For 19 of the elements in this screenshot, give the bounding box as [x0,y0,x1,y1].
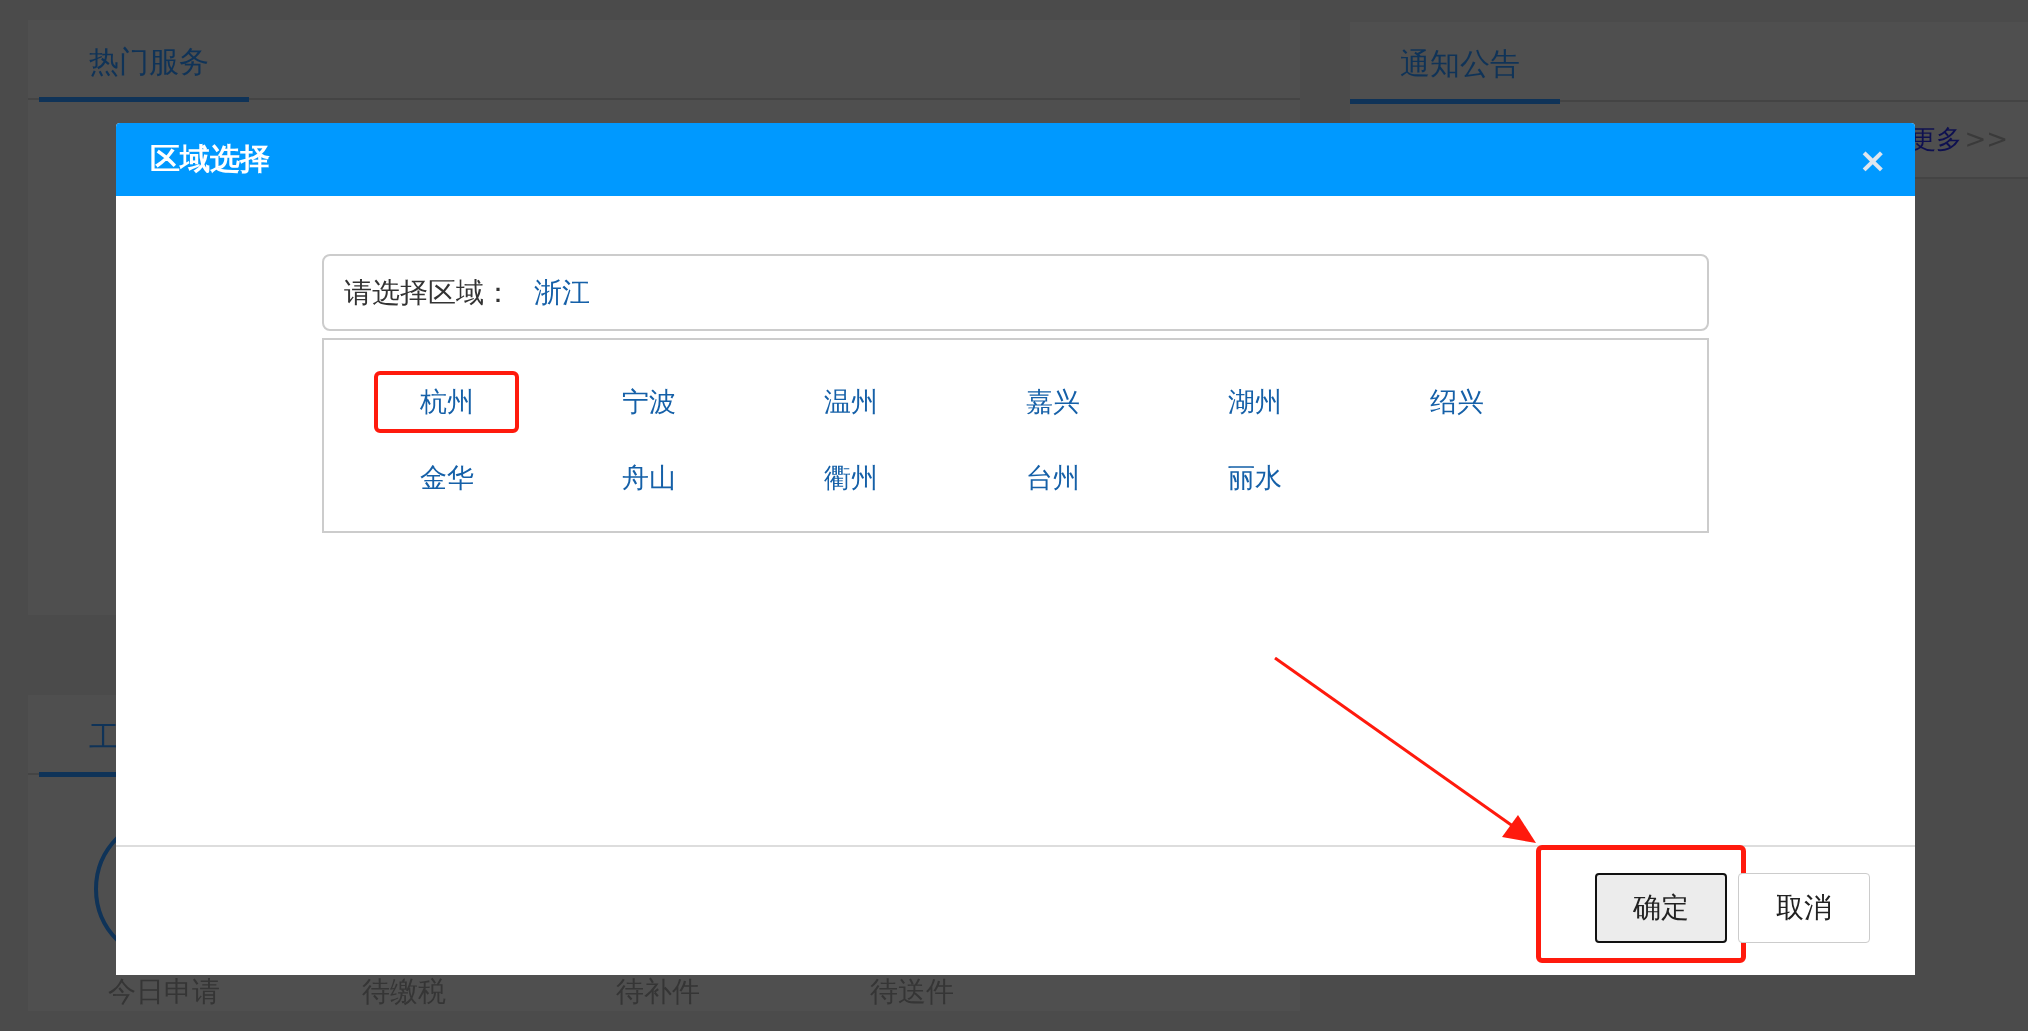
city-option[interactable]: 宁波 [576,371,721,433]
city-option[interactable]: 嘉兴 [980,371,1125,433]
dialog-title: 区域选择 [150,140,270,178]
cancel-button[interactable]: 取消 [1738,873,1870,943]
panel-title: 通知公告 [1350,44,1560,104]
city-option[interactable]: 温州 [778,371,923,433]
city-option[interactable]: 绍兴 [1384,371,1529,433]
region-field[interactable]: 请选择区域： 浙江 [322,254,1709,331]
panel-title: 热门服务 [39,42,249,102]
city-option[interactable]: 台州 [980,447,1125,509]
city-option[interactable]: 衢州 [778,447,923,509]
city-option[interactable]: 湖州 [1182,371,1327,433]
city-option[interactable]: 杭州 [374,371,519,433]
field-value: 浙江 [534,274,590,311]
field-label: 请选择区域： [344,274,512,311]
confirm-button[interactable]: 确定 [1595,873,1727,943]
city-option[interactable]: 舟山 [576,447,721,509]
city-option[interactable]: 丽水 [1182,447,1327,509]
city-option[interactable]: 金华 [374,447,519,509]
